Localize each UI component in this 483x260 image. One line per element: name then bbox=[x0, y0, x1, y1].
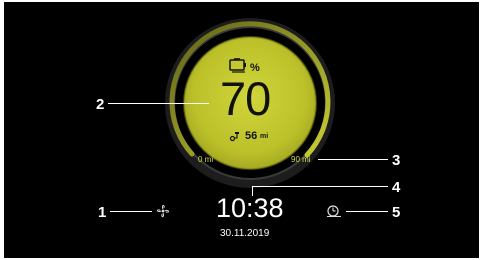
callout-5: 5 bbox=[392, 204, 401, 221]
callout-3: 3 bbox=[392, 152, 401, 169]
fan-icon bbox=[157, 205, 169, 217]
clock-date: 30.11.2019 bbox=[220, 228, 270, 239]
charge-value: 70 bbox=[220, 72, 271, 125]
range-plug-icon bbox=[229, 132, 239, 142]
callout-2: 2 bbox=[96, 96, 105, 113]
display-screen: % 70 56 mi 0 mi 90 mi 10:38 30.11.2019 2… bbox=[4, 2, 479, 258]
callout-1-leader bbox=[110, 211, 152, 212]
callout-4: 4 bbox=[392, 179, 401, 196]
callout-1: 1 bbox=[98, 204, 107, 221]
callout-3-leader bbox=[318, 159, 388, 160]
range-unit: mi bbox=[260, 133, 269, 140]
range-min-label: 0 mi bbox=[198, 155, 214, 164]
callout-5-leader bbox=[346, 211, 388, 212]
callout-4-leader-v bbox=[252, 186, 253, 196]
range-value: 56 bbox=[245, 130, 258, 142]
clock-time: 10:38 bbox=[216, 193, 284, 223]
callout-4-leader-h bbox=[252, 186, 388, 187]
callout-2-leader bbox=[108, 103, 209, 104]
range-max-label: 90 mi bbox=[291, 155, 311, 164]
timer-clock-icon bbox=[327, 205, 341, 217]
